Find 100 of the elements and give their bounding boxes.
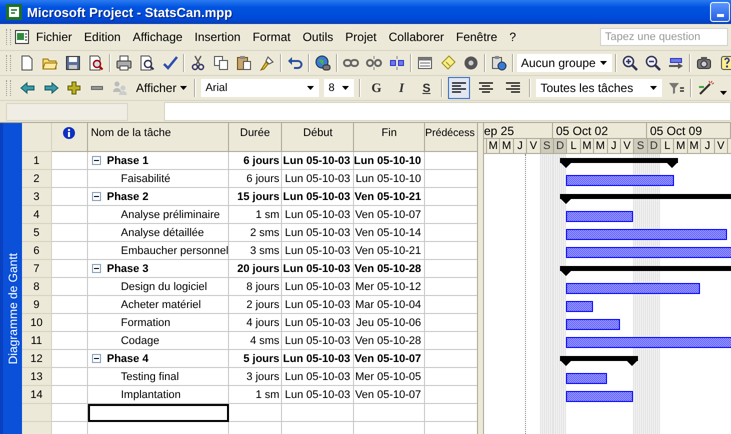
menu-item[interactable]: ?: [503, 30, 522, 44]
row-header[interactable]: 3: [22, 188, 52, 206]
show-button[interactable]: Afficher: [134, 81, 190, 95]
italic-button[interactable]: I: [391, 78, 412, 98]
table-cell: Lun 05-10-03: [284, 298, 350, 310]
table-cell-text: Acheter matériel: [120, 298, 201, 310]
filter-dropdown[interactable]: Toutes les tâches: [536, 79, 662, 97]
table-cell: Lun 05-10-03: [284, 226, 350, 238]
column-header[interactable]: Début: [282, 123, 354, 152]
timescale-label: S: [540, 139, 554, 153]
row-header[interactable]: 11: [22, 332, 52, 350]
row-header[interactable]: 8: [22, 278, 52, 296]
menu-item[interactable]: Edition: [78, 30, 127, 44]
row-header[interactable]: 1: [22, 152, 52, 170]
row-header[interactable]: 13: [22, 368, 52, 386]
table-cell: 5 jours: [243, 352, 280, 364]
table-cell: Mar 05-10-04: [355, 298, 422, 310]
table-cell-text: Faisabilité: [120, 172, 170, 184]
table-cell: Lun 05-10-03: [284, 244, 350, 256]
row-header[interactable]: 6: [22, 242, 52, 260]
table-cell: Lun 05-10-10: [354, 154, 422, 166]
table-cell: Lun 05-10-03: [284, 280, 350, 292]
menu-item[interactable]: Collaborer: [382, 30, 450, 44]
table-cell: 2 sms: [250, 226, 280, 238]
timescale-label: L: [567, 139, 581, 153]
table-cell: 8 jours: [246, 280, 280, 292]
group-dropdown[interactable]: Aucun groupe: [517, 54, 612, 72]
table-cell: Mer 05-10-12: [355, 280, 422, 292]
table-cell-text: Formation: [120, 316, 170, 328]
table-cell-text: Analyse détaillée: [120, 226, 204, 238]
table-cell: 2 jours: [246, 298, 280, 310]
table-cell: Ven 05-10-21: [354, 190, 422, 202]
table-cell: Ven 05-10-07: [354, 352, 422, 364]
menu-item[interactable]: Insertion: [188, 30, 247, 44]
table-cell: Lun 05-10-03: [283, 154, 350, 166]
menu-item[interactable]: Fenêtre: [450, 30, 504, 44]
table-cell: 3 jours: [246, 370, 280, 382]
table-cell: 20 jours: [237, 262, 280, 274]
table-cell-text: Design du logiciel: [120, 280, 208, 292]
row-header[interactable]: 14: [22, 386, 52, 404]
table-cell: 4 sms: [250, 334, 280, 346]
timescale-label: L: [661, 139, 674, 153]
table-cell: Lun 05-10-03: [284, 370, 350, 382]
table-cell: Lun 05-10-10: [356, 172, 422, 184]
table-cell: Lun 05-10-03: [283, 262, 350, 274]
menu-item[interactable]: Affichage: [126, 30, 189, 44]
view-bar[interactable]: Diagramme de Gantt: [0, 123, 22, 434]
table-cell-text: Implantation: [120, 388, 181, 400]
timescale-label: M: [487, 139, 500, 153]
row-header[interactable]: 9: [22, 296, 52, 314]
timescale-label: S: [634, 139, 648, 153]
menu-item[interactable]: Outils: [296, 30, 340, 44]
timescale-label: D: [648, 139, 662, 153]
table-cell: Phase 1: [106, 154, 148, 166]
row-header[interactable]: 5: [22, 224, 52, 242]
menu-item[interactable]: Projet: [339, 30, 383, 44]
timescale-label: M: [500, 139, 514, 153]
column-header[interactable]: Fin: [354, 123, 426, 152]
timescale-label: 05 Oct 02: [553, 123, 647, 138]
table-cell: Mer 05-10-05: [355, 370, 422, 382]
underline-button[interactable]: S: [416, 78, 436, 98]
window-title: Microsoft Project - StatsCan.mpp: [27, 4, 232, 20]
table-cell: Ven 05-10-07: [355, 388, 422, 400]
table-cell: 4 jours: [246, 316, 280, 328]
table-cell: Phase 3: [106, 262, 148, 274]
row-header[interactable]: 12: [22, 350, 52, 368]
timescale-label: J: [608, 139, 621, 153]
menu-item[interactable]: Fichier: [30, 30, 78, 44]
table-cell: Phase 2: [106, 190, 148, 202]
table-cell: Ven 05-10-28: [355, 334, 422, 346]
table-cell-text: Analyse préliminaire: [120, 208, 220, 220]
view-label: Diagramme de Gantt: [6, 252, 20, 364]
row-header[interactable]: 7: [22, 260, 52, 278]
row-header[interactable]: 4: [22, 206, 52, 224]
column-header[interactable]: Nom de la tâche: [88, 123, 229, 152]
timescale-label: V: [714, 139, 728, 153]
row-header[interactable]: 10: [22, 314, 52, 332]
help-search-field[interactable]: Tapez une question: [600, 28, 728, 46]
font-dropdown[interactable]: Arial: [201, 79, 320, 97]
column-header[interactable]: Prédécess: [425, 123, 477, 152]
font-size-dropdown[interactable]: 8: [324, 79, 354, 97]
timescale-label: ep 25: [484, 123, 553, 138]
table-cell: 3 sms: [250, 244, 280, 256]
table-cell-text: Codage: [120, 334, 160, 346]
table-cell: Lun 05-10-03: [284, 388, 350, 400]
menu-item[interactable]: Format: [246, 30, 297, 44]
table-cell: Ven 05-10-28: [354, 262, 422, 274]
bold-button[interactable]: G: [366, 78, 386, 98]
table-cell: 6 jours: [246, 172, 280, 184]
table-cell: Lun 05-10-03: [284, 172, 350, 184]
table-cell: Lun 05-10-03: [283, 352, 350, 364]
table-cell: Phase 4: [106, 352, 148, 364]
timescale-label: J: [514, 139, 528, 153]
row-header[interactable]: 2: [22, 170, 52, 188]
timescale-label: M: [674, 139, 688, 153]
table-cell: Ven 05-10-14: [355, 226, 422, 238]
column-header[interactable]: Durée: [228, 123, 282, 152]
timescale-label: M: [580, 139, 594, 153]
table-cell: Jeu 05-10-06: [356, 316, 422, 328]
timescale-label: M: [594, 139, 608, 153]
